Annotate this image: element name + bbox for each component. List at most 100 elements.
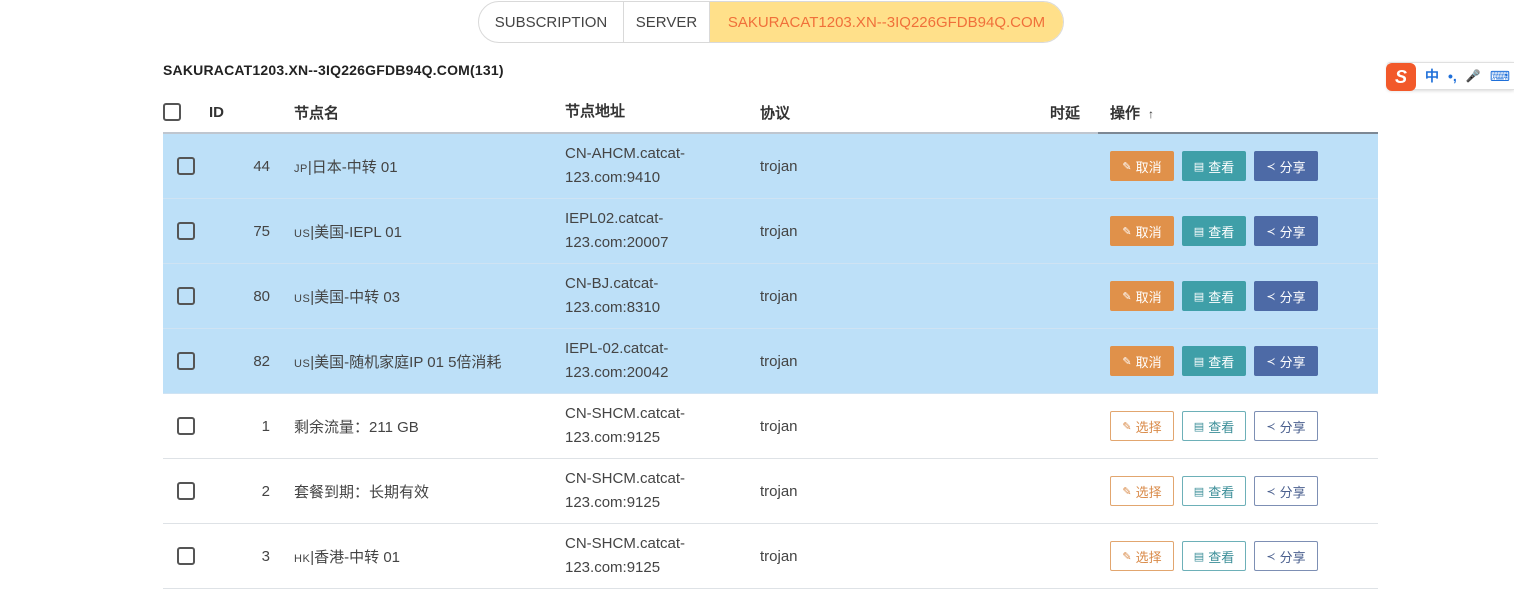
actions-cell: ✎ 取消 ▤ 查看 ≺ 分享 — [1098, 263, 1378, 329]
header-protocol[interactable]: 协议 — [760, 92, 960, 134]
view-label: 查看 — [1208, 419, 1235, 435]
actions-cell: ✎ 选择 ▤ 查看 ≺ 分享 — [1098, 523, 1378, 589]
node-address-host: CN-SHCM.catcat- — [565, 470, 686, 487]
node-id: 80 — [209, 263, 294, 329]
select-toggle-label: 取消 — [1135, 224, 1162, 240]
share-button[interactable]: ≺ 分享 — [1254, 216, 1318, 246]
view-button[interactable]: ▤ 查看 — [1182, 281, 1246, 311]
share-button[interactable]: ≺ 分享 — [1254, 281, 1318, 311]
link-icon: ✎ — [1122, 355, 1132, 368]
country-flag: US — [294, 227, 311, 240]
table-row[interactable]: 3 HK|香港-中转 01 CN-SHCM.catcat- 123.com:912… — [163, 523, 1378, 589]
table-row[interactable]: 44 JP|日本-中转 01 CN-AHCM.catcat- 123.com:94… — [163, 133, 1378, 199]
select-toggle-button[interactable]: ✎ 取消 — [1110, 346, 1174, 376]
node-protocol: trojan — [760, 198, 960, 264]
view-button[interactable]: ▤ 查看 — [1182, 346, 1246, 376]
country-flag: US — [294, 292, 311, 305]
table-row[interactable]: 2 套餐到期：长期有效 CN-SHCM.catcat- 123.com:9125 … — [163, 458, 1378, 524]
tab-group-active[interactable]: SAKURACAT1203.XN--3IQ226GFDB94Q.COM — [710, 2, 1063, 42]
microphone-icon[interactable]: 🎤 — [1466, 69, 1481, 83]
node-name-cell: US|美国-中转 03 — [294, 263, 565, 329]
node-name-cell: JP|日本-中转 01 — [294, 133, 565, 199]
node-address-host: IEPL02.catcat- — [565, 210, 664, 227]
view-button[interactable]: ▤ 查看 — [1182, 541, 1246, 571]
tab-subscription[interactable]: SUBSCRIPTION — [479, 2, 624, 42]
share-button[interactable]: ≺ 分享 — [1254, 411, 1318, 441]
row-checkbox[interactable] — [177, 287, 195, 306]
node-address-port: 123.com:9125 — [565, 494, 661, 511]
node-address-cell: CN-BJ.catcat- 123.com:8310 — [565, 263, 760, 329]
select-all-checkbox[interactable] — [163, 103, 181, 122]
node-protocol: trojan — [760, 393, 960, 459]
row-checkbox[interactable] — [177, 222, 195, 241]
node-id: 3 — [209, 523, 294, 589]
view-button[interactable]: ▤ 查看 — [1182, 151, 1246, 181]
sogou-logo-icon[interactable]: S — [1386, 63, 1416, 91]
row-checkbox[interactable] — [177, 547, 195, 566]
table-row[interactable]: 1 剩余流量：211 GB CN-SHCM.catcat- 123.com:912… — [163, 393, 1378, 459]
table-header-row: ID 节点名 节点地址 协议 时延 操作 ↑ — [163, 92, 1378, 134]
node-name: |美国-IEPL 01 — [310, 223, 402, 241]
ime-mode-toggle[interactable]: 中 — [1425, 66, 1439, 86]
row-checkbox-cell — [163, 198, 209, 264]
tab-server[interactable]: SERVER — [624, 2, 710, 42]
table-row[interactable]: 82 US|美国-随机家庭IP 01 5倍消耗 IEPL-02.catcat- 1… — [163, 328, 1378, 394]
node-address-host: CN-SHCM.catcat- — [565, 535, 686, 552]
header-name[interactable]: 节点名 — [294, 92, 565, 134]
select-toggle-button[interactable]: ✎ 取消 — [1110, 216, 1174, 246]
document-icon: ▤ — [1193, 355, 1205, 368]
link-icon: ✎ — [1122, 550, 1132, 563]
row-checkbox[interactable] — [177, 417, 195, 436]
view-label: 查看 — [1208, 354, 1235, 370]
node-id: 2 — [209, 458, 294, 524]
view-button[interactable]: ▤ 查看 — [1182, 216, 1246, 246]
node-latency — [960, 328, 1098, 394]
select-toggle-button[interactable]: ✎ 选择 — [1110, 411, 1174, 441]
share-label: 分享 — [1279, 484, 1306, 500]
view-button[interactable]: ▤ 查看 — [1182, 476, 1246, 506]
keyboard-icon[interactable]: ⌨ — [1490, 68, 1510, 85]
node-address-cell: IEPL-02.catcat- 123.com:20042 — [565, 328, 760, 394]
table-row[interactable]: 80 US|美国-中转 03 CN-BJ.catcat- 123.com:8310… — [163, 263, 1378, 329]
share-button[interactable]: ≺ 分享 — [1254, 476, 1318, 506]
ime-punctuation-icon[interactable]: •, — [1448, 68, 1457, 84]
select-toggle-button[interactable]: ✎ 选择 — [1110, 476, 1174, 506]
table-row[interactable]: 75 US|美国-IEPL 01 IEPL02.catcat- 123.com:2… — [163, 198, 1378, 264]
select-toggle-label: 选择 — [1135, 484, 1162, 500]
group-title: SAKURACAT1203.XN--3IQ226GFDB94Q.COM(131) — [163, 62, 504, 78]
share-icon: ≺ — [1266, 485, 1276, 498]
header-latency[interactable]: 时延 — [960, 92, 1098, 134]
node-latency — [960, 198, 1098, 264]
node-name: |美国-随机家庭IP 01 5倍消耗 — [310, 353, 502, 371]
node-address-cell: CN-SHCM.catcat- 123.com:9125 — [565, 523, 760, 589]
select-toggle-button[interactable]: ✎ 取消 — [1110, 281, 1174, 311]
view-button[interactable]: ▤ 查看 — [1182, 411, 1246, 441]
sort-asc-icon[interactable]: ↑ — [1148, 107, 1154, 121]
actions-cell: ✎ 取消 ▤ 查看 ≺ 分享 — [1098, 328, 1378, 394]
share-button[interactable]: ≺ 分享 — [1254, 541, 1318, 571]
row-checkbox[interactable] — [177, 157, 195, 176]
share-icon: ≺ — [1266, 550, 1276, 563]
share-icon: ≺ — [1266, 290, 1276, 303]
share-label: 分享 — [1279, 419, 1306, 435]
share-button[interactable]: ≺ 分享 — [1254, 346, 1318, 376]
share-icon: ≺ — [1266, 160, 1276, 173]
node-address-port: 123.com:20042 — [565, 364, 669, 381]
node-latency — [960, 393, 1098, 459]
header-address[interactable]: 节点地址 — [565, 92, 760, 134]
node-id: 82 — [209, 328, 294, 394]
select-toggle-button[interactable]: ✎ 选择 — [1110, 541, 1174, 571]
view-label: 查看 — [1208, 289, 1235, 305]
row-checkbox[interactable] — [177, 482, 195, 501]
node-address-port: 123.com:9125 — [565, 559, 661, 576]
header-id[interactable]: ID — [209, 92, 294, 134]
select-toggle-button[interactable]: ✎ 取消 — [1110, 151, 1174, 181]
row-checkbox[interactable] — [177, 352, 195, 371]
node-name: |日本-中转 01 — [307, 158, 398, 176]
share-button[interactable]: ≺ 分享 — [1254, 151, 1318, 181]
node-name-cell: US|美国-随机家庭IP 01 5倍消耗 — [294, 328, 565, 394]
header-actions[interactable]: 操作 ↑ — [1098, 92, 1378, 134]
row-checkbox-cell — [163, 458, 209, 524]
node-protocol: trojan — [760, 328, 960, 394]
document-icon: ▤ — [1193, 290, 1205, 303]
